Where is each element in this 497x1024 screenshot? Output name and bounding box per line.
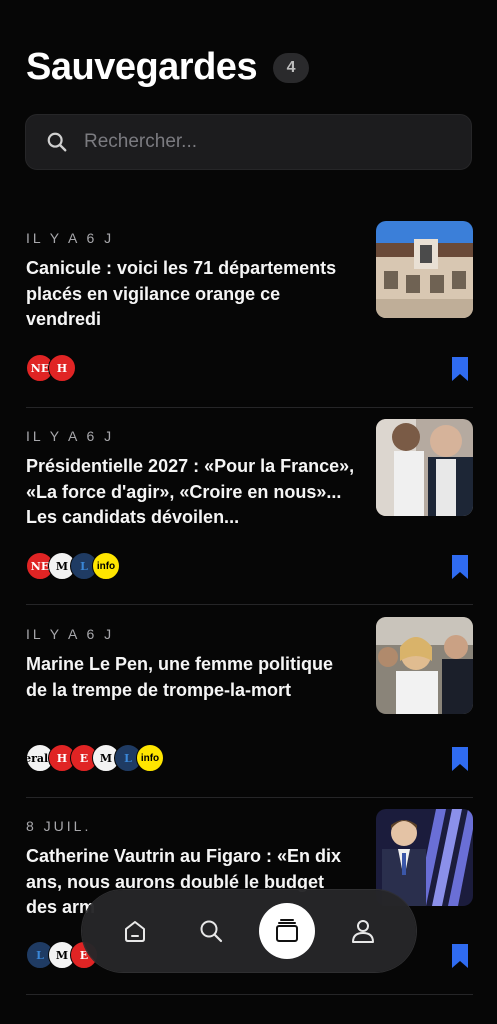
divider (26, 994, 473, 995)
bookmark-icon[interactable] (450, 554, 470, 580)
nav-home[interactable] (109, 905, 161, 957)
source-logo: info (92, 552, 120, 580)
bookmark-icon[interactable] (450, 943, 470, 969)
article-thumbnail (376, 617, 473, 714)
article-thumbnail (376, 809, 473, 906)
source-logo: info (136, 744, 164, 772)
header: Sauvegardes 4 (26, 46, 310, 89)
bottom-nav (82, 890, 416, 972)
article-time: IL Y A 6 J (26, 626, 115, 642)
bookmark-icon[interactable] (450, 356, 470, 382)
article-time: IL Y A 6 J (26, 230, 115, 246)
source-logos: erald H E M L info (26, 744, 164, 772)
article-title[interactable]: Marine Le Pen, une femme politique de la… (26, 652, 358, 703)
article-time: 8 JUIL. (26, 818, 92, 834)
bookmark-icon[interactable] (450, 746, 470, 772)
home-icon (125, 921, 145, 942)
nav-profile[interactable] (337, 905, 389, 957)
cards-icon (276, 919, 298, 942)
divider (26, 797, 473, 798)
source-logos: NE H (26, 354, 76, 382)
article-title[interactable]: Présidentielle 2027 : «Pour la France», … (26, 454, 358, 531)
nav-saved[interactable] (259, 903, 315, 959)
source-logos: L M E (26, 941, 98, 969)
divider (26, 604, 473, 605)
search-bar[interactable] (25, 114, 472, 170)
article-thumbnail (376, 419, 473, 516)
profile-icon (352, 920, 374, 943)
count-badge: 4 (273, 52, 310, 83)
source-logos: NE M L info (26, 552, 120, 580)
search-icon (47, 132, 67, 152)
article-title[interactable]: Canicule : voici les 71 départements pla… (26, 256, 358, 333)
article-time: IL Y A 6 J (26, 428, 115, 444)
divider (26, 407, 473, 408)
search-input[interactable] (82, 130, 471, 154)
article-thumbnail (376, 221, 473, 318)
search-icon (200, 920, 223, 943)
source-logo: H (48, 354, 76, 382)
nav-search[interactable] (185, 905, 237, 957)
page-title: Sauvegardes (26, 46, 258, 88)
